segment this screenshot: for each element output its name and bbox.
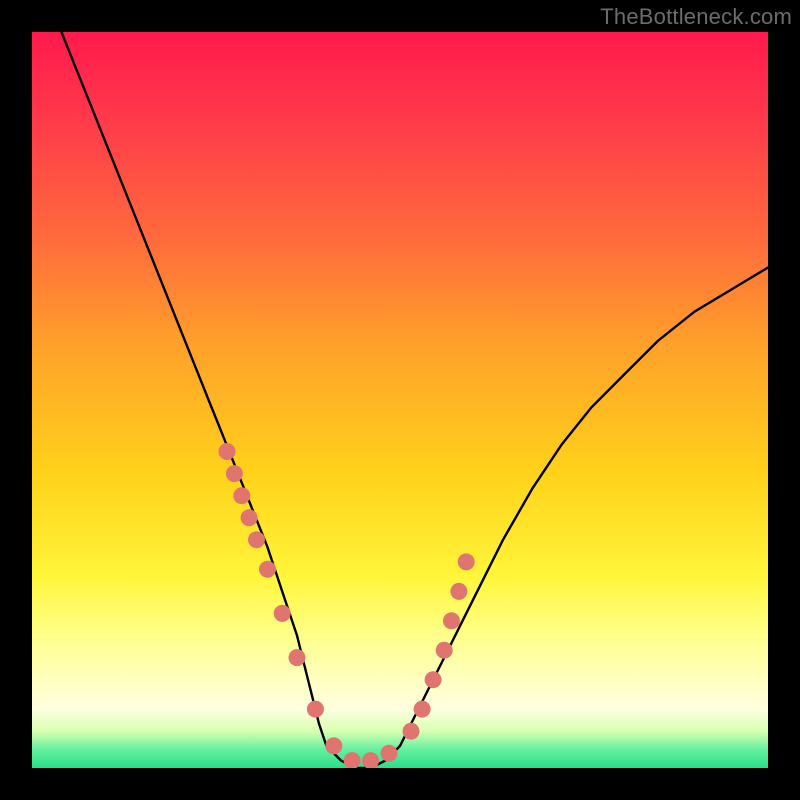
marker-dot [381, 745, 398, 762]
marker-dot [362, 752, 379, 768]
marker-dot [443, 612, 460, 629]
marker-dot [241, 509, 258, 526]
marker-dot [289, 649, 306, 666]
marker-dot [450, 583, 467, 600]
bottleneck-curve [32, 32, 768, 768]
watermark-text: TheBottleneck.com [600, 4, 792, 30]
marker-dot [226, 465, 243, 482]
marker-dot [233, 487, 250, 504]
marker-dot [219, 443, 236, 460]
highlight-markers [219, 443, 475, 768]
marker-dot [344, 752, 361, 768]
marker-dot [248, 531, 265, 548]
bottleneck-curve-path [32, 32, 768, 768]
marker-dot [325, 737, 342, 754]
marker-dot [403, 723, 420, 740]
curve-layer [32, 32, 768, 768]
marker-dot [307, 701, 324, 718]
marker-dot [458, 553, 475, 570]
marker-dot [425, 671, 442, 688]
plot-area [32, 32, 768, 768]
marker-dot [259, 561, 276, 578]
bottleneck-curve-tail [444, 268, 768, 658]
marker-dot [414, 701, 431, 718]
marker-dot [436, 642, 453, 659]
marker-dot [274, 605, 291, 622]
chart-frame: TheBottleneck.com [0, 0, 800, 800]
